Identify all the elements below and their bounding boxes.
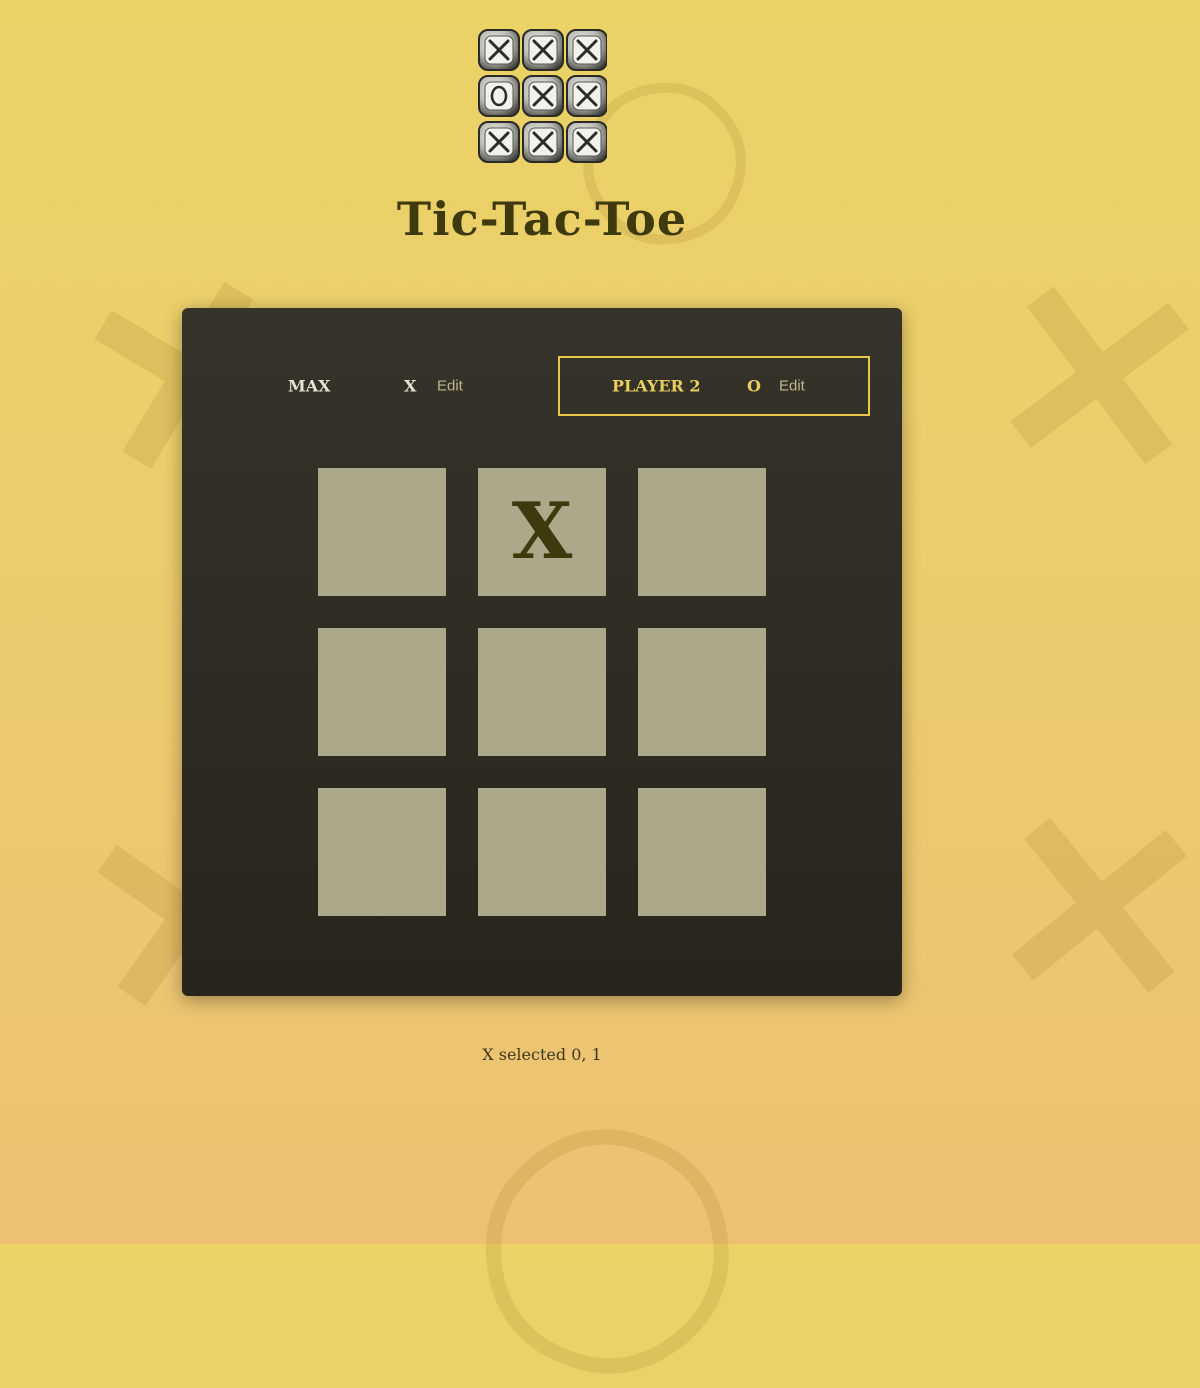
player-1-info: Max X Edit xyxy=(246,356,554,416)
tic-tac-toe-logo-icon xyxy=(478,29,607,163)
board-cell-2-2[interactable] xyxy=(638,788,766,916)
logo-tile xyxy=(522,29,564,71)
background-x-decoration: ✕ xyxy=(969,213,1200,546)
logo-tile xyxy=(478,121,520,163)
logo-tile xyxy=(522,75,564,117)
board-cell-1-0[interactable] xyxy=(318,628,446,756)
player-symbol: O xyxy=(747,376,761,396)
logo-tile xyxy=(478,29,520,71)
edit-player-2-button[interactable]: Edit xyxy=(779,378,805,395)
background-x-decoration: ✕ xyxy=(974,746,1200,1073)
logo-tile xyxy=(566,29,607,71)
player-2-info: Player 2 O Edit xyxy=(558,356,870,416)
page-title: Tic-Tac-Toe xyxy=(396,192,688,246)
edit-player-1-button[interactable]: Edit xyxy=(437,378,463,395)
board-cell-1-2[interactable] xyxy=(638,628,766,756)
logo-tile xyxy=(566,75,607,117)
game-container: Max X Edit Player 2 O Edit X xyxy=(182,308,902,996)
board-cell-2-1[interactable] xyxy=(478,788,606,916)
board-cell-0-2[interactable] xyxy=(638,468,766,596)
log-entry: X selected 0, 1 xyxy=(482,1045,602,1064)
board-cell-2-0[interactable] xyxy=(318,788,446,916)
player-name: Player 2 xyxy=(612,376,701,396)
logo-tile xyxy=(566,121,607,163)
board-cell-0-0[interactable] xyxy=(318,468,446,596)
board-cell-1-1[interactable] xyxy=(478,628,606,756)
game-board: X xyxy=(318,468,766,916)
background-o-decoration: ◯ xyxy=(451,1071,757,1388)
logo-tile xyxy=(478,75,520,117)
player-name: Max xyxy=(288,376,331,396)
board-cell-0-1[interactable]: X xyxy=(478,468,606,596)
player-symbol: X xyxy=(404,376,417,396)
logo-tile xyxy=(522,121,564,163)
move-log: X selected 0, 1 xyxy=(0,1045,1084,1064)
